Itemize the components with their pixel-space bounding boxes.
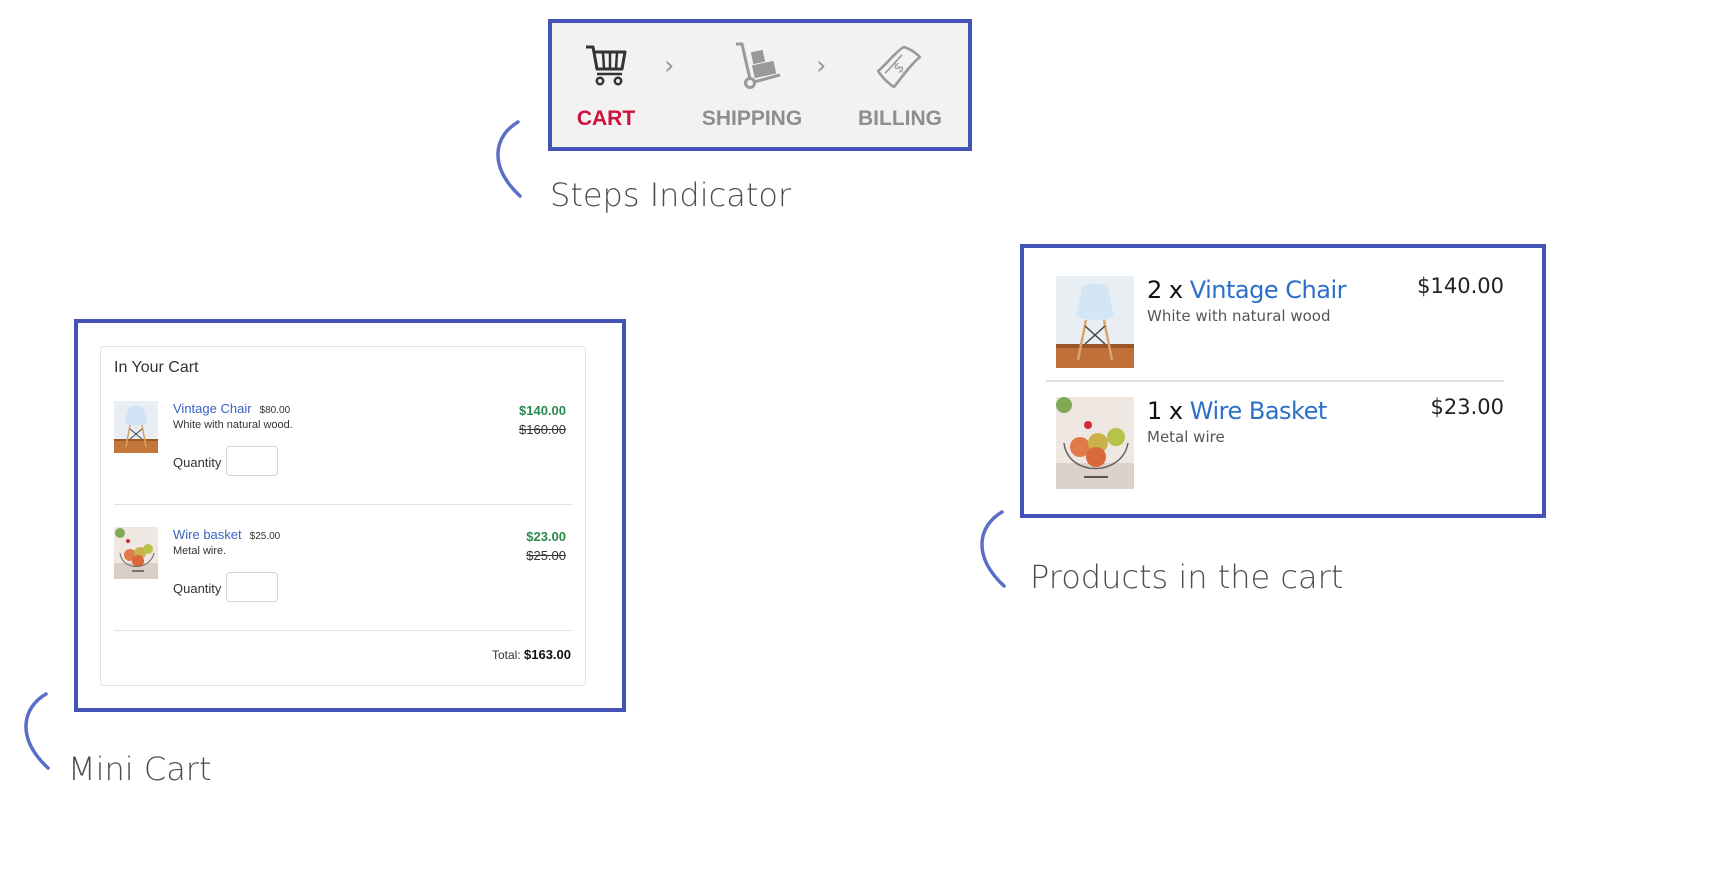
product-image-wire-basket[interactable] — [1056, 397, 1134, 489]
callout-mini-cart: Mini Cart — [68, 750, 212, 788]
product-price: $23.00 — [1430, 395, 1504, 419]
money-bill-icon: $ — [876, 45, 922, 89]
total-label: Total: — [491, 648, 521, 662]
shopping-cart-icon — [586, 45, 627, 86]
step-shipping[interactable]: SHIPPING — [702, 107, 802, 131]
product-title: 2 x Vintage Chair — [1147, 276, 1346, 304]
callout-products-in-cart: Products in the cart — [1030, 558, 1344, 596]
callout-bracket — [980, 510, 1006, 588]
step-separator: › — [664, 51, 675, 81]
product-price: $140.00 — [1417, 274, 1504, 298]
item-unit-price: $25.00 — [249, 531, 281, 542]
callout-bracket — [24, 692, 50, 770]
item-description: Metal wire. — [173, 545, 227, 557]
step-cart[interactable]: CART — [577, 107, 635, 131]
quantity-input[interactable] — [226, 572, 278, 602]
item-original-price: $25.00 — [526, 548, 566, 563]
quantity-label: Quantity — [173, 581, 222, 596]
product-name-link[interactable]: Vintage Chair — [1190, 276, 1347, 304]
quantity-input[interactable] — [226, 446, 278, 476]
product-image-vintage-chair[interactable] — [1056, 276, 1134, 368]
total-value: $163.00 — [524, 647, 571, 662]
product-title: 1 x Wire Basket — [1147, 397, 1327, 425]
product-name-link[interactable]: Wire Basket — [1190, 397, 1328, 425]
item-sale-price: $23.00 — [526, 529, 566, 544]
product-quantity: 1 x — [1147, 397, 1183, 425]
mini-cart-title: In Your Cart — [114, 359, 199, 376]
callout-bracket — [496, 120, 522, 198]
item-unit-price: $80.00 — [259, 405, 291, 416]
step-billing[interactable]: BILLING — [858, 107, 942, 131]
cart-total: Total: $163.00 — [492, 647, 571, 662]
product-description: Metal wire — [1147, 428, 1225, 446]
product-image-wire-basket[interactable] — [114, 527, 158, 579]
product-image-vintage-chair[interactable] — [114, 401, 158, 453]
hand-truck-icon — [736, 42, 781, 89]
item-sale-price: $140.00 — [519, 403, 566, 418]
divider — [114, 504, 573, 505]
item-name[interactable]: Wire basket — [173, 527, 242, 542]
divider — [114, 630, 573, 631]
mini-cart: In Your Cart Vintage Chair $80.00 White w… — [100, 346, 586, 686]
step-separator: › — [816, 51, 827, 81]
product-description: White with natural wood — [1147, 307, 1331, 325]
quantity-label: Quantity — [173, 455, 222, 470]
item-description: White with natural wood. — [173, 419, 293, 431]
divider — [1046, 380, 1504, 382]
item-name[interactable]: Vintage Chair — [173, 401, 252, 416]
product-quantity: 2 x — [1147, 276, 1183, 304]
steps-indicator: › › $ CART SHIPPING BILLING — [548, 19, 972, 151]
callout-steps-indicator: Steps Indicator — [550, 176, 792, 214]
item-original-price: $160.00 — [519, 422, 566, 437]
mini-cart-item-name-link[interactable]: Vintage Chair $80.00 — [173, 401, 290, 416]
mini-cart-item-name-link[interactable]: Wire basket $25.00 — [173, 527, 280, 542]
